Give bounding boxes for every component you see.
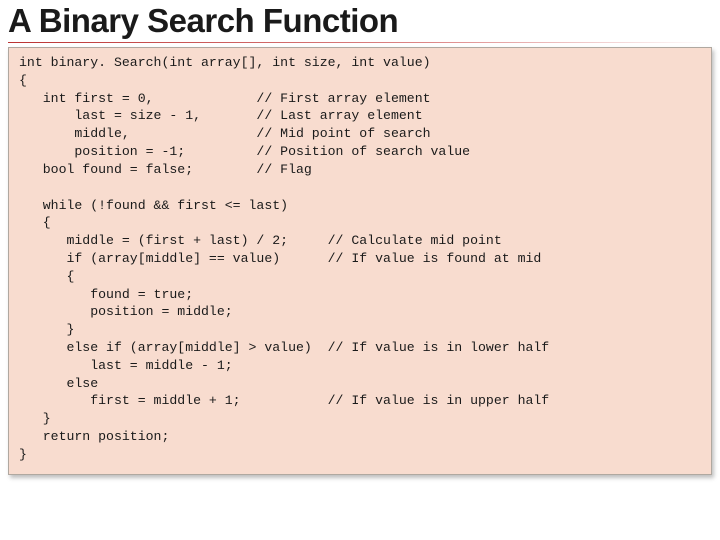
slide-title: A Binary Search Function bbox=[8, 0, 712, 40]
slide: A Binary Search Function int binary. Sea… bbox=[0, 0, 720, 540]
code-block: int binary. Search(int array[], int size… bbox=[8, 47, 712, 475]
title-underline bbox=[8, 42, 712, 43]
